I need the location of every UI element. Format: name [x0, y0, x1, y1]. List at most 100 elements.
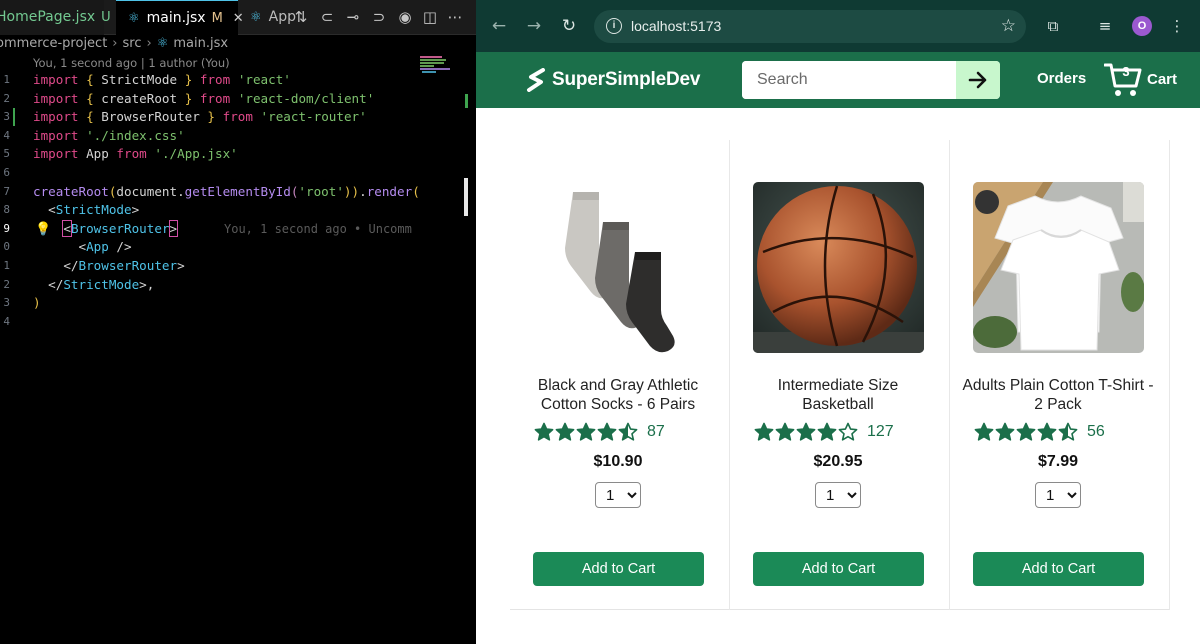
product-rating: 87 [534, 421, 665, 443]
line-number: 9 [3, 221, 10, 235]
star-empty-icon [838, 422, 858, 441]
product-card: Intermediate Size Basketball 127 $20.95 … [730, 140, 950, 610]
product-price: $20.95 [813, 453, 863, 470]
cart-link[interactable]: 3 Cart [1104, 60, 1194, 100]
line-number: 1 [3, 73, 10, 86]
browser-window: ← → ↻ i localhost:5173 ☆ ⧉ ≡ O ⋮ SuperSi… [476, 0, 1200, 644]
star-full-icon [576, 422, 596, 441]
blame-codelens[interactable]: You, 1 second ago | 1 author (You) [33, 56, 230, 70]
code-area[interactable]: 1 import { StrictMode } from 'react' 2 imp… [0, 71, 476, 331]
cart-label: Cart [1147, 71, 1178, 88]
star-full-icon [534, 422, 554, 441]
forward-arrow-icon[interactable]: → [523, 15, 545, 37]
search-input[interactable] [742, 61, 956, 99]
code-line-current: 9 💡 <BrowserRouter> You, 1 second ago • Un… [0, 219, 476, 239]
add-to-cart-button[interactable]: Add to Cart [533, 552, 704, 586]
line-number: 0 [3, 240, 10, 254]
product-name: Intermediate Size Basketball [777, 377, 899, 413]
logo-s-icon [527, 68, 545, 92]
product-name: Adults Plain Cotton T-Shirt - 2 Pack [962, 377, 1154, 413]
code-line: 4 [0, 313, 476, 332]
code-line: 5 import App from './App.jsx' [0, 145, 476, 164]
compare-changes-icon[interactable]: ⇅ [292, 8, 310, 26]
tab-label: HomePage.jsx [0, 9, 96, 25]
product-price: $10.90 [593, 453, 643, 470]
line-number: 5 [3, 147, 10, 161]
product-rating: 56 [974, 421, 1105, 443]
next-change-icon[interactable]: ⊃ [370, 8, 388, 26]
react-icon: ⚛ [128, 11, 140, 26]
breadcrumb-item[interactable]: main.jsx [173, 36, 228, 51]
tab-app-jsx[interactable]: ⚛ App [244, 0, 296, 35]
site-info-icon[interactable]: i [606, 18, 622, 34]
product-image-socks[interactable] [533, 182, 704, 353]
commit-icon[interactable]: ⊸ [344, 8, 362, 26]
product-rating: 127 [754, 421, 894, 443]
star-half-icon [1058, 422, 1078, 441]
breadcrumb-item[interactable]: ommerce-project [0, 36, 107, 51]
quantity-select[interactable]: 1 [815, 482, 861, 508]
arrow-right-icon [968, 71, 987, 89]
star-full-icon [995, 422, 1015, 441]
code-line: 3 import { BrowserRouter } from 'react-ro… [0, 108, 476, 127]
code-line: 0 <App /> [0, 238, 476, 257]
profile-avatar[interactable]: O [1132, 16, 1152, 36]
line-number: 6 [3, 165, 10, 179]
breadcrumb-item[interactable]: src [123, 36, 142, 51]
product-card: Adults Plain Cotton T-Shirt - 2 Pack 56 … [950, 140, 1170, 610]
products-grid: Black and Gray Athletic Cotton Socks - 6… [510, 140, 1170, 610]
code-line: 1 import { StrictMode } from 'react' [0, 71, 476, 90]
product-card: Black and Gray Athletic Cotton Socks - 6… [510, 140, 730, 610]
previous-change-icon[interactable]: ⊂ [318, 8, 336, 26]
back-arrow-icon[interactable]: ← [488, 15, 510, 37]
rating-count[interactable]: 56 [1087, 423, 1105, 441]
code-line: 1 </BrowserRouter> [0, 257, 476, 276]
star-half-icon [618, 422, 638, 441]
rating-stars [974, 422, 1079, 442]
code-line: 6 [0, 164, 476, 183]
rating-stars [534, 422, 639, 442]
react-icon: ⚛ [250, 10, 262, 25]
more-actions-icon[interactable]: ⋯ [446, 8, 464, 26]
quantity-select[interactable]: 1 [1035, 482, 1081, 508]
rating-count[interactable]: 87 [647, 423, 665, 441]
site-logo[interactable]: SuperSimpleDev [526, 65, 700, 95]
line-number: 3 [3, 296, 10, 310]
git-lens-icon[interactable]: ◉ [396, 8, 414, 26]
add-to-cart-button[interactable]: Add to Cart [753, 552, 924, 586]
code-line: 2 import { createRoot } from 'react-dom/c… [0, 90, 476, 109]
star-full-icon [555, 422, 575, 441]
inline-blame: You, 1 second ago • Uncomm [224, 221, 412, 236]
modified-badge: M [211, 11, 223, 26]
editor-tab-bar: HomePage.jsx U ⚛ main.jsx M ✕ ⚛ App ⇅ ⊂ ⊸ ⊃ ◉… [0, 0, 476, 35]
quantity-select[interactable]: 1 [595, 482, 641, 508]
rating-stars [754, 422, 859, 442]
product-price: $7.99 [1037, 453, 1079, 470]
url-text[interactable]: localhost:5173 [631, 10, 721, 43]
reload-icon[interactable]: ↻ [558, 15, 580, 37]
search-button[interactable] [956, 61, 1000, 99]
star-full-icon [1016, 422, 1036, 441]
star-full-icon [775, 422, 795, 441]
product-image-basketball[interactable] [753, 182, 924, 353]
rating-count[interactable]: 127 [867, 423, 894, 441]
add-to-cart-button[interactable]: Add to Cart [973, 552, 1144, 586]
orders-link[interactable]: Orders [1037, 70, 1086, 87]
bookmark-star-icon[interactable]: ☆ [1001, 16, 1016, 36]
more-menu-icon[interactable]: ⋮ [1166, 15, 1188, 37]
tab-homepage-jsx[interactable]: HomePage.jsx U [0, 0, 111, 35]
browser-toolbar: ← → ↻ i localhost:5173 ☆ ⧉ ≡ O ⋮ [476, 0, 1200, 52]
brand-name: SuperSimpleDev [552, 69, 701, 90]
line-number: 4 [3, 314, 10, 328]
close-icon[interactable]: ✕ [233, 11, 244, 26]
added-line-marker [13, 108, 15, 127]
tab-main-jsx[interactable]: ⚛ main.jsx M ✕ [116, 0, 244, 35]
split-editor-icon[interactable]: ◫ [421, 8, 439, 26]
extensions-puzzle-icon[interactable]: ⧉ [1042, 15, 1064, 37]
chevron-right-icon: › [146, 36, 152, 51]
tab-label: main.jsx [146, 10, 206, 26]
media-queue-icon[interactable]: ≡ [1094, 15, 1116, 37]
product-image-tshirts[interactable] [973, 182, 1144, 353]
line-number: 4 [3, 128, 10, 142]
address-bar[interactable]: i localhost:5173 ☆ [594, 10, 1026, 43]
